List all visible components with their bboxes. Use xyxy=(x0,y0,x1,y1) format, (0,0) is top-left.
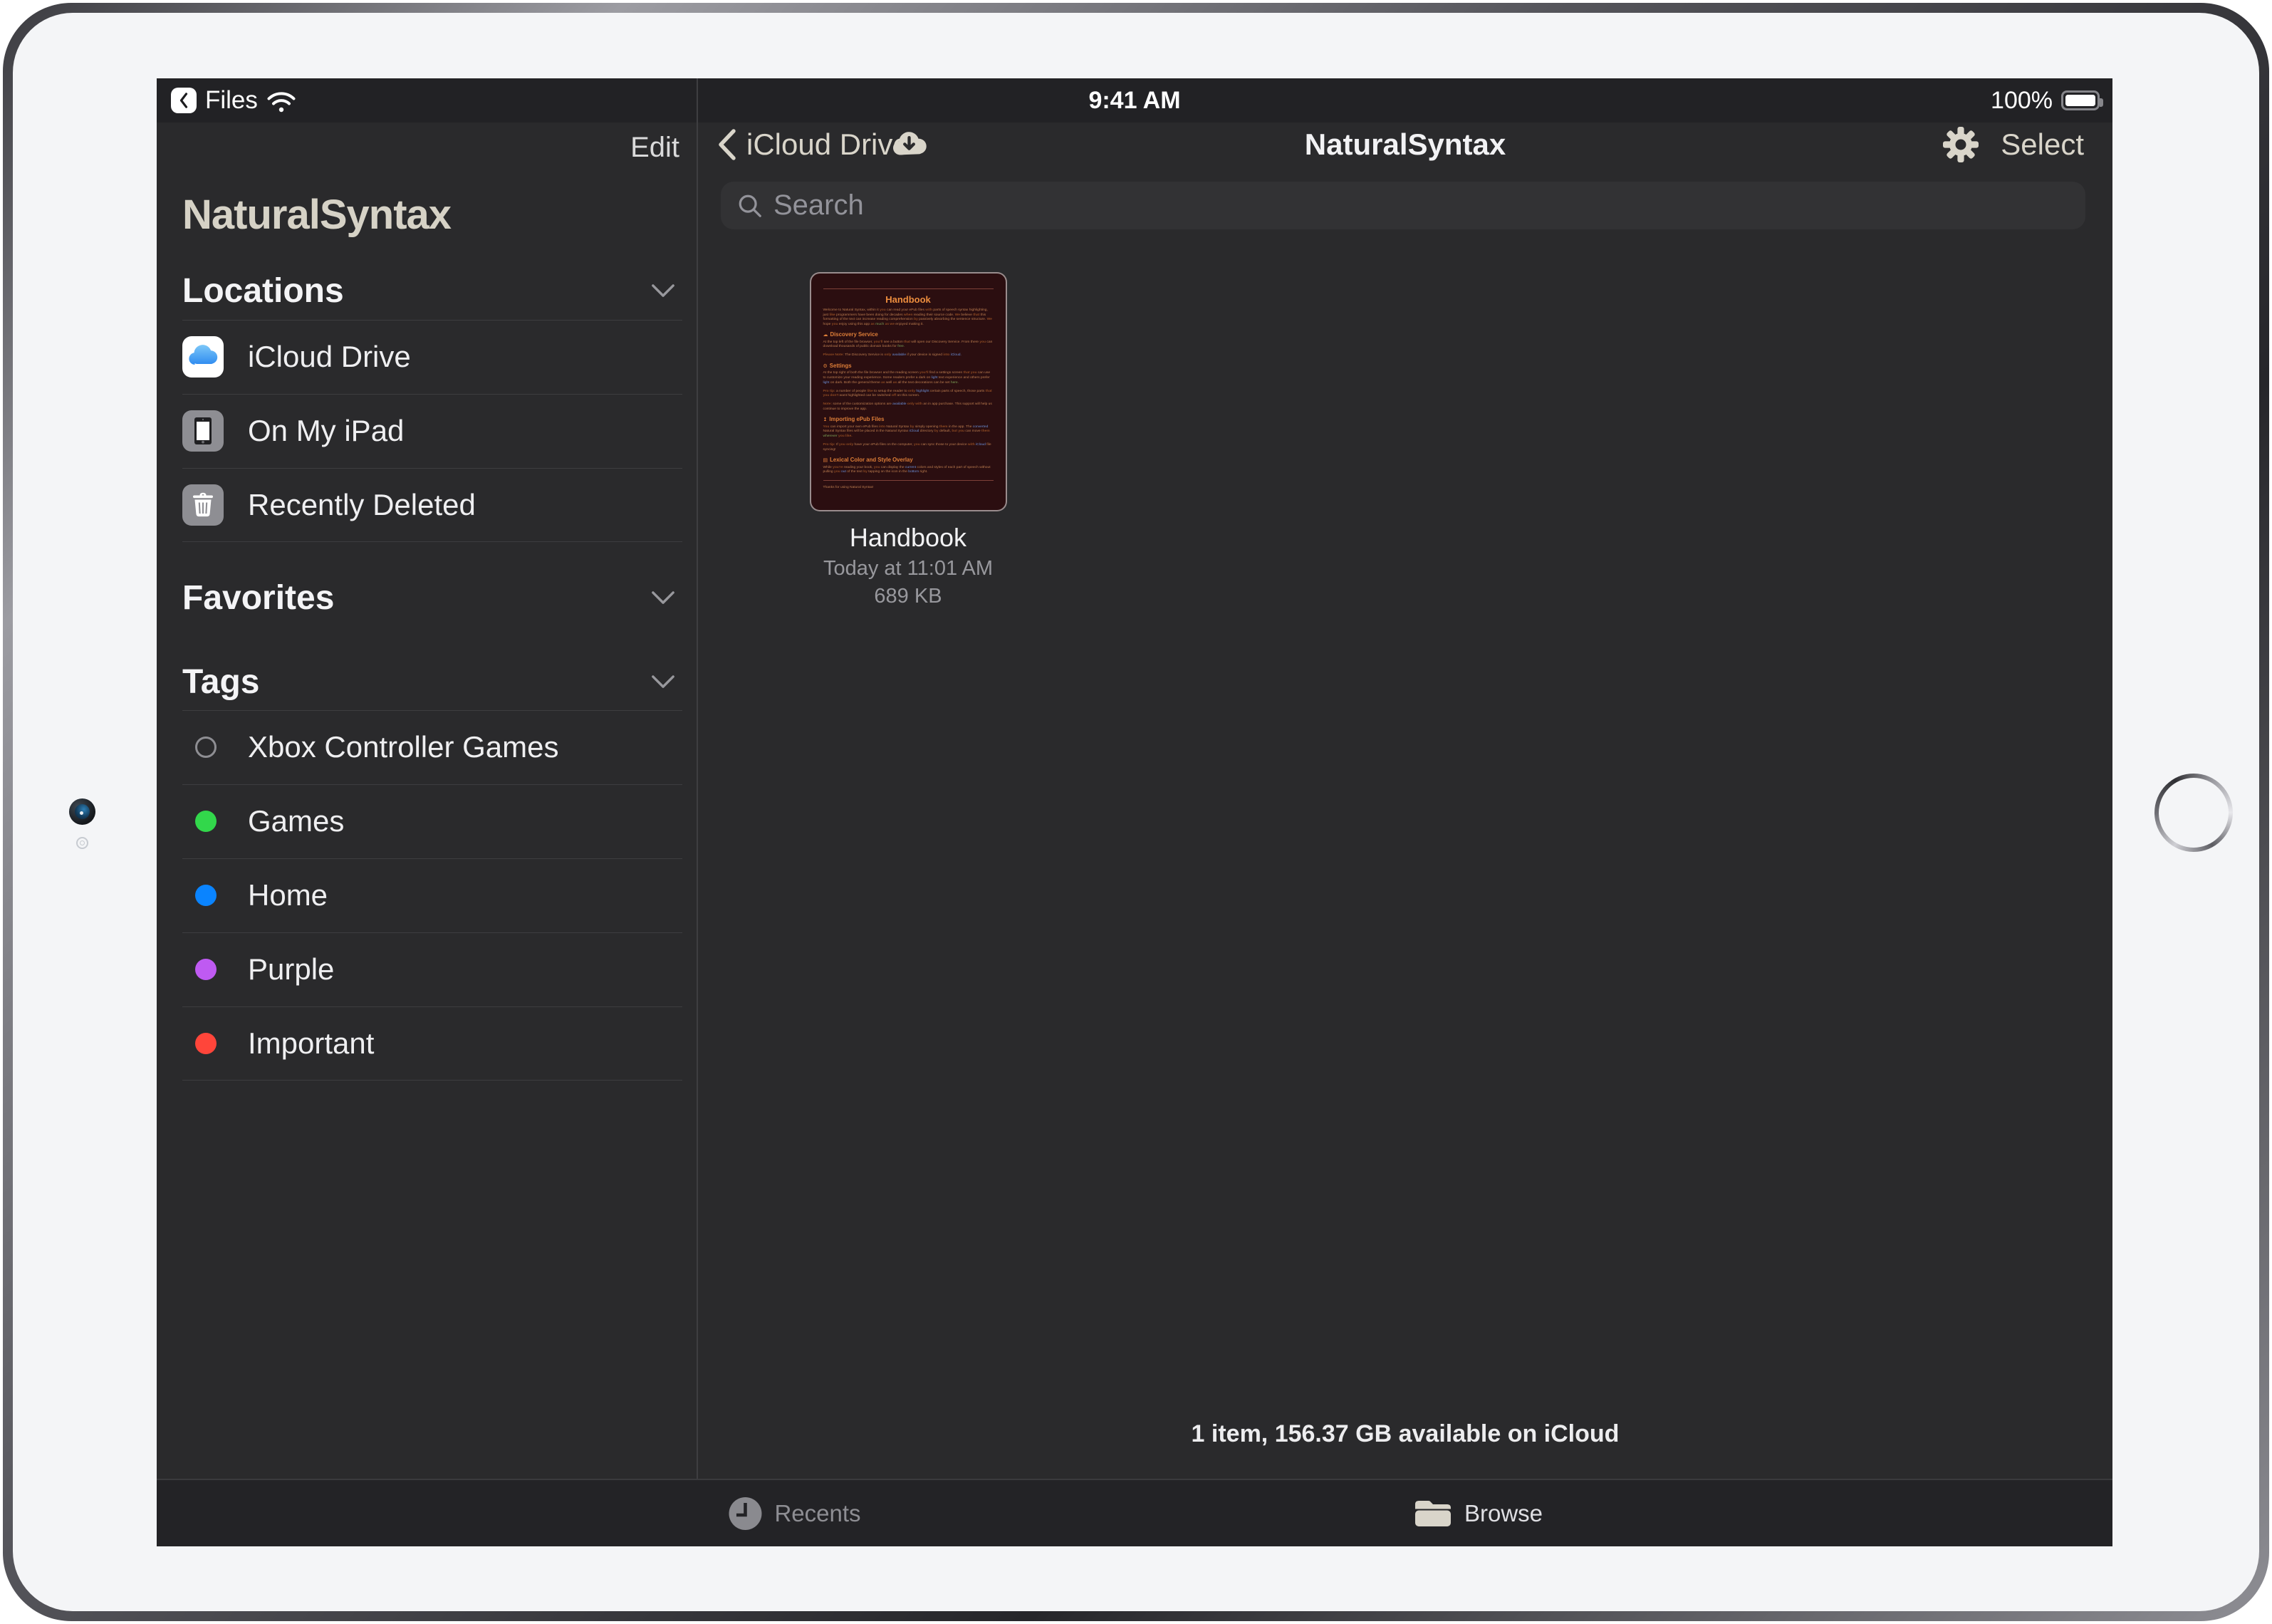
folder-icon xyxy=(1413,1498,1453,1529)
file-item-handbook[interactable]: Handbook Welcome to Natural Syntax, withi… xyxy=(787,272,1029,608)
chevron-down-icon xyxy=(651,590,675,605)
preview-p: Welcome to Natural Syntax, within it you… xyxy=(823,308,994,327)
tags-header-label: Tags xyxy=(182,662,259,702)
tab-label: Browse xyxy=(1464,1500,1543,1527)
preview-p: Please Note: The Discovery Service is on… xyxy=(823,353,994,358)
home-button[interactable] xyxy=(2154,774,2233,852)
edit-button[interactable]: Edit xyxy=(630,132,679,164)
preview-p: While you're reading your book, you can … xyxy=(823,466,994,475)
sidebar-tag-xbox-controller-games[interactable]: Xbox Controller Games xyxy=(157,710,697,784)
preview-p: You can import your own ePub files into … xyxy=(823,425,994,439)
locations-section-header[interactable]: Locations xyxy=(157,269,697,312)
tags-section-header[interactable]: Tags xyxy=(157,660,697,703)
preview-p: At the top left of the file browser, you… xyxy=(823,340,994,350)
preview-p: Pro tip: a number of people like to setu… xyxy=(823,390,994,399)
sidebar-tag-games[interactable]: Games xyxy=(157,784,697,858)
battery-status: 100% xyxy=(1991,78,2100,123)
tab-label: Recents xyxy=(774,1500,860,1527)
tags-list: Xbox Controller Games Games Home Purple Impo… xyxy=(157,710,697,1081)
front-camera-icon xyxy=(69,798,95,825)
file-name: Handbook xyxy=(787,523,1029,553)
sidebar-item-icloud-drive[interactable]: iCloud Drive xyxy=(157,320,697,394)
sidebar-tag-purple[interactable]: Purple xyxy=(157,932,697,1006)
sidebar-tag-label: Home xyxy=(248,878,328,912)
preview-p: Thanks for using Natural Syntax! xyxy=(823,486,994,491)
sidebar-item-label: iCloud Drive xyxy=(248,340,411,374)
battery-percent: 100% xyxy=(1991,87,2053,115)
favorites-header-label: Favorites xyxy=(182,578,334,618)
sidebar-tag-label: Purple xyxy=(248,952,334,987)
ipad-icon xyxy=(182,410,224,452)
search-icon xyxy=(736,192,764,219)
preview-p: Note: some of the customization options … xyxy=(823,402,994,412)
search-input[interactable]: Search xyxy=(721,182,2085,229)
tag-color-dot xyxy=(195,885,217,906)
light-sensor-icon xyxy=(76,837,88,849)
sidebar: Edit NaturalSyntax Locations iCloud Driv… xyxy=(157,123,697,1479)
preview-h: ⚙Settings xyxy=(823,363,994,369)
screen: Files 9:41 AM 100% Edit NaturalSynta xyxy=(157,78,2112,1546)
tag-color-dot xyxy=(195,811,217,832)
sidebar-item-label: On My iPad xyxy=(248,414,404,448)
chevron-down-icon xyxy=(651,283,675,298)
preview-p: Pro tip: If you only have your ePub file… xyxy=(823,443,994,452)
gear-icon[interactable] xyxy=(1942,126,1979,163)
sidebar-tag-label: Important xyxy=(248,1026,374,1061)
select-button[interactable]: Select xyxy=(2001,127,2084,162)
clock-icon xyxy=(727,1496,763,1531)
tag-color-dot xyxy=(195,736,217,758)
sidebar-item-on-my-ipad[interactable]: On My iPad xyxy=(157,394,697,468)
preview-h: ▤Lexical Color and Style Overlay xyxy=(823,457,994,463)
sidebar-tag-label: Xbox Controller Games xyxy=(248,730,559,764)
sidebar-item-label: Recently Deleted xyxy=(248,488,476,522)
page-title: NaturalSyntax xyxy=(698,123,2112,167)
tab-browse[interactable]: Browse xyxy=(1413,1480,1543,1546)
preview-h: ☁Discovery Service xyxy=(823,331,994,338)
clock-time: 9:41 AM xyxy=(157,87,2112,115)
storage-status-text: 1 item, 156.37 GB available on iCloud xyxy=(698,1420,2112,1448)
preview-title: Handbook xyxy=(823,294,994,305)
preview-rule xyxy=(823,288,994,289)
preview-rule xyxy=(823,480,994,481)
content-area: iCloud Drive NaturalSyntax xyxy=(698,123,2112,1479)
file-thumbnail: Handbook Welcome to Natural Syntax, withi… xyxy=(810,272,1007,511)
locations-list: iCloud Drive On My iPad Recently Deleted xyxy=(157,320,697,542)
trash-icon xyxy=(182,484,224,526)
preview-h: ↥Importing ePub Files xyxy=(823,416,994,422)
locations-header-label: Locations xyxy=(182,271,344,311)
navigation-bar: iCloud Drive NaturalSyntax xyxy=(698,123,2112,167)
file-size: 689 KB xyxy=(787,585,1029,608)
sidebar-tag-important[interactable]: Important xyxy=(157,1006,697,1081)
sidebar-item-recently-deleted[interactable]: Recently Deleted xyxy=(157,468,697,542)
preview-p: At the top right of both the file browse… xyxy=(823,371,994,385)
tag-color-dot xyxy=(195,1033,217,1054)
icloud-icon xyxy=(182,336,224,378)
sidebar-tag-label: Games xyxy=(248,804,344,838)
tab-bar: Recents Browse xyxy=(157,1479,2112,1546)
sidebar-tag-home[interactable]: Home xyxy=(157,858,697,932)
status-bar: Files 9:41 AM 100% xyxy=(157,78,2112,123)
file-modified-date: Today at 11:01 AM xyxy=(787,557,1029,581)
ipad-device: Files 9:41 AM 100% Edit NaturalSynta xyxy=(0,0,2272,1624)
app-title: NaturalSyntax xyxy=(182,191,451,239)
tag-color-dot xyxy=(195,959,217,980)
search-placeholder: Search xyxy=(773,189,864,222)
favorites-section-header[interactable]: Favorites xyxy=(157,576,697,619)
battery-icon xyxy=(2061,90,2100,110)
tab-recents[interactable]: Recents xyxy=(727,1480,860,1546)
chevron-down-icon xyxy=(651,675,675,689)
